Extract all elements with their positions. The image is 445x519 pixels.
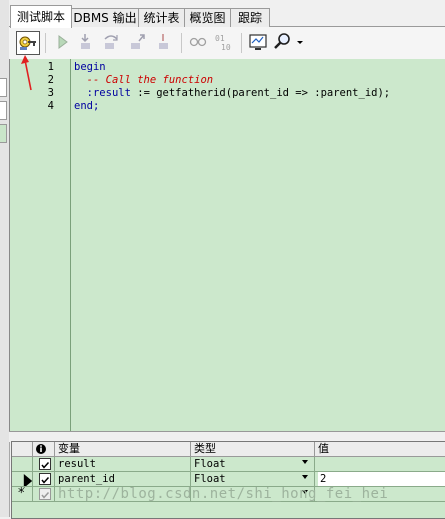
execute-button[interactable] <box>51 31 73 53</box>
output-window-button[interactable] <box>247 31 269 53</box>
tab-trace[interactable]: 跟踪 <box>230 8 270 27</box>
chevron-down-icon[interactable] <box>302 460 308 464</box>
grid-header: 变量 类型 值 <box>12 442 445 457</box>
toggle-breakpoint-button[interactable] <box>187 31 209 53</box>
info-icon <box>34 442 48 456</box>
code-text-rest: := getfatherid(parent_id => :parent_id); <box>130 87 391 99</box>
watermark: http://blog.csdn.net/shi_hong_fei_hei <box>58 486 389 502</box>
line-number: 1 <box>47 61 54 73</box>
find-button[interactable] <box>272 31 294 53</box>
binary-icon: 0110 <box>215 34 231 52</box>
step-out-icon <box>131 34 145 49</box>
run-to-exception-button[interactable] <box>153 31 175 53</box>
new-row-asterisk-icon: * <box>18 487 25 501</box>
exception-icon <box>159 34 168 49</box>
step-into-button[interactable] <box>75 31 97 53</box>
tab-dbms-output[interactable]: DBMS 输出 <box>71 8 139 27</box>
code-line: :result := getfatherid(parent_id => :par… <box>74 87 390 100</box>
tab-test-script[interactable]: 测试脚本 <box>10 5 72 28</box>
dock-handle[interactable] <box>0 78 7 97</box>
step-out-button[interactable] <box>127 31 149 53</box>
chevron-down-icon <box>297 41 303 44</box>
header-value[interactable]: 值 <box>318 442 329 456</box>
tab-overview[interactable]: 概览图 <box>184 8 231 27</box>
variables-button[interactable]: 01 10 <box>213 31 235 53</box>
code-line: begin <box>74 61 390 74</box>
magnifier-icon <box>274 33 290 49</box>
glasses-icon <box>189 37 207 47</box>
line-gutter: 1 2 3 4 <box>10 59 71 431</box>
check-icon <box>41 476 50 484</box>
row-enabled-checkbox[interactable] <box>39 458 51 470</box>
table-row[interactable]: parent_id Float 2 <box>12 472 445 488</box>
svg-text:01: 01 <box>215 34 225 43</box>
row-enabled-checkbox[interactable] <box>39 473 51 485</box>
tab-statistics[interactable]: 统计表 <box>138 8 185 27</box>
line-number: 3 <box>47 87 54 99</box>
code-line: -- Call the function <box>74 74 390 87</box>
bind-variable: :result <box>86 87 131 99</box>
step-into-icon <box>81 34 90 49</box>
variable-name[interactable]: result <box>58 457 96 471</box>
code-line: end; <box>74 100 390 113</box>
variable-type[interactable]: Float <box>194 457 226 471</box>
annotation-arrow-icon <box>21 55 32 91</box>
variables-grid: 变量 类型 值 result Float parent_id Float 2 * <box>11 441 445 519</box>
code-text[interactable]: begin -- Call the function :result := ge… <box>74 61 390 113</box>
step-over-icon <box>104 35 118 49</box>
variable-name[interactable]: parent_id <box>58 472 115 486</box>
keyword: begin <box>74 61 106 73</box>
monitor-icon <box>249 34 267 50</box>
table-row[interactable]: result Float <box>12 457 445 471</box>
run-icon <box>58 35 68 49</box>
header-type[interactable]: 类型 <box>194 442 216 456</box>
toolbar: 01 10 <box>9 27 445 60</box>
variable-value-input[interactable]: 2 <box>318 472 445 486</box>
check-icon <box>41 461 50 469</box>
variable-type[interactable]: Float <box>194 472 226 486</box>
dock-handle[interactable] <box>0 124 7 143</box>
row-enabled-checkbox[interactable] <box>39 488 51 500</box>
debug-key-icon <box>19 36 36 50</box>
header-variable[interactable]: 变量 <box>58 442 80 456</box>
line-number: 4 <box>47 100 54 112</box>
chevron-down-icon[interactable] <box>302 475 308 479</box>
check-icon <box>41 491 50 499</box>
svg-text:10: 10 <box>221 43 231 52</box>
step-over-button[interactable] <box>101 31 123 53</box>
line-number: 2 <box>47 74 54 86</box>
tab-bar: 测试脚本 DBMS 输出 统计表 概览图 跟踪 <box>9 0 445 28</box>
keyword: end; <box>74 100 100 112</box>
code-editor[interactable]: 1 2 3 4 begin -- Call the function :resu… <box>9 59 445 431</box>
find-dropdown-button[interactable] <box>293 31 307 53</box>
comment: -- Call the function <box>86 74 214 86</box>
dock-handle[interactable] <box>0 101 7 120</box>
